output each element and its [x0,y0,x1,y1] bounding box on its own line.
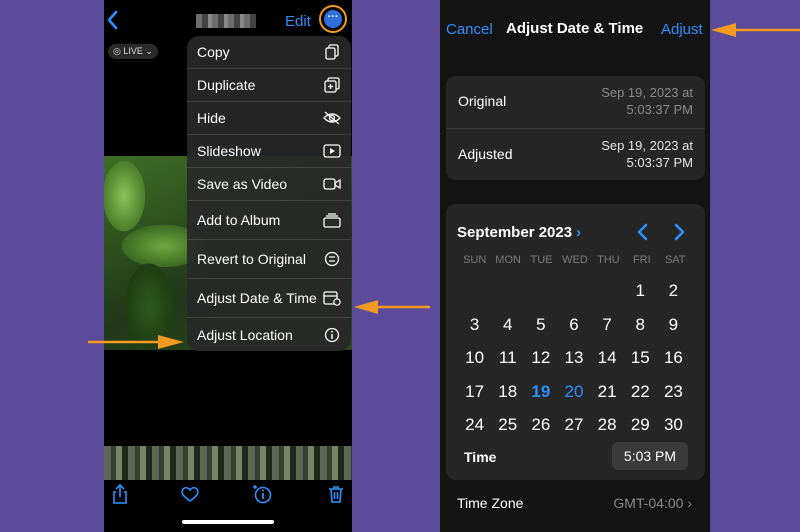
calendar-day[interactable]: 14 [591,341,624,375]
live-photo-badge[interactable]: ◎ LIVE ⌄ [108,44,158,59]
menu-item-duplicate[interactable]: Duplicate [187,69,351,102]
calendar-day[interactable]: 27 [557,408,590,442]
calendar-day[interactable]: 9 [657,308,690,342]
calendar-day[interactable]: 15 [624,341,657,375]
album-icon [323,211,341,229]
menu-item-add-to-album[interactable]: Add to Album [187,201,351,240]
calendar-day[interactable]: 7 [591,308,624,342]
trash-icon[interactable] [326,484,346,504]
share-icon[interactable] [110,484,130,504]
calendar-day[interactable]: 17 [458,375,491,409]
calendar-day[interactable]: 21 [591,375,624,409]
calendar-day[interactable]: 18 [491,375,524,409]
calendar-day[interactable]: 26 [524,408,557,442]
thumbnail-strip[interactable] [104,446,352,480]
menu-item-slideshow[interactable]: Slideshow [187,135,351,168]
calendar-day[interactable]: 4 [491,308,524,342]
calendar-day[interactable]: 22 [624,375,657,409]
calendar-day[interactable]: 13 [557,341,590,375]
menu-item-adjust-location[interactable]: Adjust Location [187,318,351,351]
calendar-week: 12 [458,274,690,308]
heart-icon[interactable] [180,484,200,504]
calendar-week: 24 25 26 27 28 29 30 [458,408,690,442]
adjust-button[interactable]: Adjust [661,21,703,38]
calendar-day[interactable]: 25 [491,408,524,442]
calendar-day[interactable]: 10 [458,341,491,375]
annotation-arrow-left [711,23,800,37]
prev-month-icon[interactable] [636,223,650,246]
nav-bar: Cancel Adjust Date & Time Adjust [440,0,710,56]
menu-item-save-as-video[interactable]: Save as Video [187,168,351,201]
next-month-icon[interactable] [672,223,686,246]
play-rectangle-icon [323,142,341,160]
menu-item-hide[interactable]: Hide [187,102,351,135]
photo-toolbar [104,480,352,510]
calendar-clock-icon [323,289,341,307]
calendar-day[interactable]: 30 [657,408,690,442]
edit-button[interactable]: Edit [285,13,311,30]
time-picker-button[interactable]: 5:03 PM [612,442,688,470]
photos-app-screen: Edit ··· ◎ LIVE ⌄ Copy Duplicate Hide Sl… [104,0,352,532]
calendar-week: 3456789 [458,308,690,342]
calendar-day[interactable]: 29 [624,408,657,442]
calendar-day[interactable]: 28 [591,408,624,442]
original-datetime: Sep 19, 2023 at 5:03:37 PM [601,85,693,117]
time-label: Time [464,449,497,465]
time-zone-value: GMT-04:00 › [613,495,692,511]
calendar-empty-cell [458,274,491,308]
original-row: Original Sep 19, 2023 at 5:03:37 PM [446,76,705,129]
chevron-right-icon: › [687,495,692,511]
chevron-right-icon: › [576,224,582,241]
chevron-left-icon[interactable] [104,9,122,31]
weekday-header: SUN MON TUE WED THU FRI SAT [463,254,686,266]
calendar-day[interactable]: 20 [557,375,590,409]
menu-item-copy[interactable]: Copy [187,36,351,69]
menu-item-adjust-date-time[interactable]: Adjust Date & Time [187,279,351,318]
blurred-title [196,14,256,28]
calendar-empty-cell [491,274,524,308]
adjusted-datetime: Sep 19, 2023 at 5:03:37 PM [601,138,693,170]
calendar-day[interactable]: 19 [524,375,557,409]
calendar-day[interactable]: 2 [657,274,690,308]
calendar-empty-cell [591,274,624,308]
month-picker-button[interactable]: September 2023 › [457,224,581,241]
calendar-day[interactable]: 12 [524,341,557,375]
info-sparkle-icon[interactable] [252,484,272,504]
calendar-day[interactable]: 11 [491,341,524,375]
page-title: Adjust Date & Time [506,20,644,37]
copy-icon [323,43,341,61]
date-summary-card: Original Sep 19, 2023 at 5:03:37 PM Adju… [446,76,705,180]
adjust-date-time-screen: Cancel Adjust Date & Time Adjust Origina… [440,0,710,532]
calendar-day[interactable]: 6 [557,308,590,342]
photo-context-menu: Copy Duplicate Hide Slideshow Save as Vi… [187,36,351,351]
cancel-button[interactable]: Cancel [446,21,493,38]
calendar-day[interactable]: 23 [657,375,690,409]
calendar-day[interactable]: 3 [458,308,491,342]
home-indicator [182,520,274,524]
calendar-empty-cell [557,274,590,308]
info-circle-icon [323,326,341,344]
calendar-day[interactable]: 16 [657,341,690,375]
annotation-arrow-right [88,335,184,349]
duplicate-icon [323,76,341,94]
adjusted-row[interactable]: Adjusted Sep 19, 2023 at 5:03:37 PM [446,129,705,181]
calendar-week: 17 18 19 20 21 22 23 [458,375,690,409]
revert-icon [323,250,341,268]
calendar-empty-cell [524,274,557,308]
ellipsis-circle-icon: ··· [324,10,342,28]
calendar-day[interactable]: 5 [524,308,557,342]
more-button[interactable]: ··· [319,5,347,33]
calendar-day[interactable]: 24 [458,408,491,442]
menu-item-revert-to-original[interactable]: Revert to Original [187,240,351,279]
calendar-day[interactable]: 8 [624,308,657,342]
video-icon [323,175,341,193]
calendar-week: 10 11 12 13 14 15 16 [458,341,690,375]
eye-slash-icon [323,109,341,127]
annotation-arrow-left [354,300,430,314]
calendar-grid: 1 2 3 4 5 6 7 8 9 10 11 12 13 14 15 16 17 18 19 20 21 22 23 24 2… [458,274,690,442]
calendar-day[interactable]: 1 [624,274,657,308]
